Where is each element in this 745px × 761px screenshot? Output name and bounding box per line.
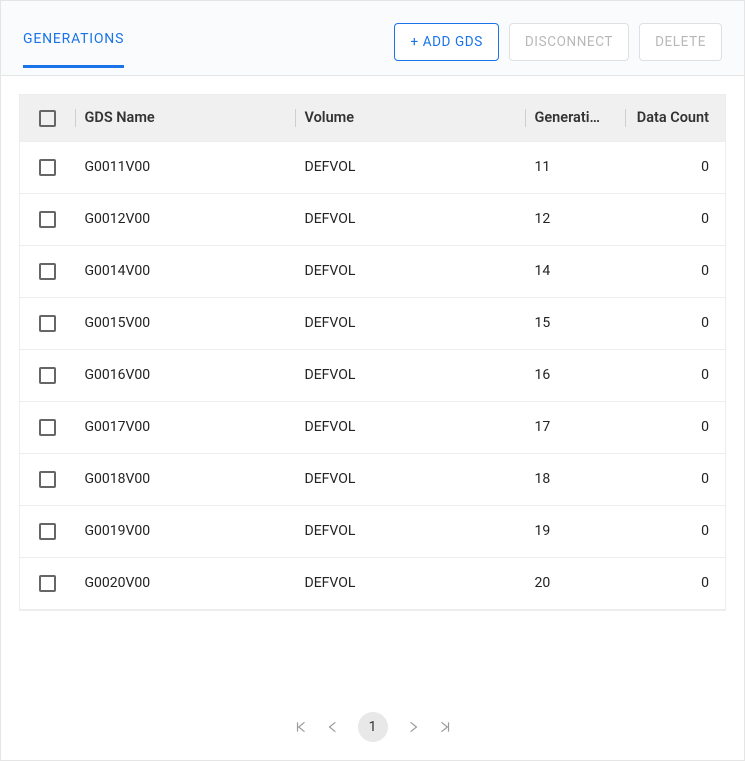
row-checkbox[interactable] xyxy=(39,315,56,332)
table-row[interactable]: G0014V00DEFVOL140 xyxy=(20,245,726,297)
cell-data-count: 0 xyxy=(625,557,726,609)
page-last-icon[interactable] xyxy=(438,720,452,734)
column-header-name[interactable]: GDS Name xyxy=(75,95,295,142)
table-empty-space xyxy=(19,610,726,670)
delete-button[interactable]: DELETE xyxy=(639,23,722,61)
cell-data-count: 0 xyxy=(625,141,726,193)
row-checkbox[interactable] xyxy=(39,211,56,228)
cell-generation: 12 xyxy=(525,193,625,245)
cell-data-count: 0 xyxy=(625,193,726,245)
row-checkbox[interactable] xyxy=(39,263,56,280)
table-row[interactable]: G0018V00DEFVOL180 xyxy=(20,453,726,505)
cell-name: G0016V00 xyxy=(75,349,295,401)
cell-volume: DEFVOL xyxy=(295,141,525,193)
cell-volume: DEFVOL xyxy=(295,349,525,401)
action-buttons: + ADD GDS DISCONNECT DELETE xyxy=(394,23,722,61)
cell-volume: DEFVOL xyxy=(295,297,525,349)
page-number[interactable]: 1 xyxy=(358,712,388,742)
cell-volume: DEFVOL xyxy=(295,401,525,453)
tab-generations[interactable]: GENERATIONS xyxy=(23,31,124,68)
row-checkbox[interactable] xyxy=(39,523,56,540)
cell-volume: DEFVOL xyxy=(295,557,525,609)
topbar: GENERATIONS + ADD GDS DISCONNECT DELETE xyxy=(1,1,744,76)
cell-volume: DEFVOL xyxy=(295,245,525,297)
cell-generation: 17 xyxy=(525,401,625,453)
cell-name: G0020V00 xyxy=(75,557,295,609)
column-header-checkbox xyxy=(20,95,75,142)
cell-generation: 20 xyxy=(525,557,625,609)
cell-generation: 15 xyxy=(525,297,625,349)
cell-name: G0014V00 xyxy=(75,245,295,297)
select-all-checkbox[interactable] xyxy=(39,110,56,127)
cell-name: G0012V00 xyxy=(75,193,295,245)
cell-volume: DEFVOL xyxy=(295,193,525,245)
cell-name: G0018V00 xyxy=(75,453,295,505)
cell-data-count: 0 xyxy=(625,401,726,453)
table-row[interactable]: G0012V00DEFVOL120 xyxy=(20,193,726,245)
cell-data-count: 0 xyxy=(625,505,726,557)
cell-data-count: 0 xyxy=(625,245,726,297)
cell-data-count: 0 xyxy=(625,297,726,349)
table-row[interactable]: G0015V00DEFVOL150 xyxy=(20,297,726,349)
row-checkbox[interactable] xyxy=(39,367,56,384)
cell-name: G0019V00 xyxy=(75,505,295,557)
page-prev-icon[interactable] xyxy=(326,720,340,734)
table-row[interactable]: G0019V00DEFVOL190 xyxy=(20,505,726,557)
column-header-volume[interactable]: Volume xyxy=(295,95,525,142)
column-header-generation[interactable]: Generati… xyxy=(525,95,625,142)
cell-data-count: 0 xyxy=(625,349,726,401)
cell-name: G0011V00 xyxy=(75,141,295,193)
page-first-icon[interactable] xyxy=(294,720,308,734)
row-checkbox[interactable] xyxy=(39,159,56,176)
tabs: GENERATIONS xyxy=(23,31,124,68)
cell-name: G0017V00 xyxy=(75,401,295,453)
cell-volume: DEFVOL xyxy=(295,453,525,505)
row-checkbox[interactable] xyxy=(39,471,56,488)
generations-panel: GENERATIONS + ADD GDS DISCONNECT DELETE … xyxy=(0,0,745,761)
row-checkbox[interactable] xyxy=(39,419,56,436)
cell-data-count: 0 xyxy=(625,453,726,505)
page-next-icon[interactable] xyxy=(406,720,420,734)
column-header-data-count[interactable]: Data Count xyxy=(625,95,726,142)
cell-generation: 19 xyxy=(525,505,625,557)
table-row[interactable]: G0020V00DEFVOL200 xyxy=(20,557,726,609)
table-header-row: GDS Name Volume Generati… Data Count xyxy=(20,95,726,142)
pagination: 1 xyxy=(1,692,744,760)
disconnect-button[interactable]: DISCONNECT xyxy=(509,23,629,61)
table-row[interactable]: G0011V00DEFVOL110 xyxy=(20,141,726,193)
cell-volume: DEFVOL xyxy=(295,505,525,557)
cell-generation: 16 xyxy=(525,349,625,401)
cell-generation: 18 xyxy=(525,453,625,505)
cell-generation: 14 xyxy=(525,245,625,297)
table-row[interactable]: G0016V00DEFVOL160 xyxy=(20,349,726,401)
table-container: GDS Name Volume Generati… Data Count G00… xyxy=(1,76,744,692)
add-gds-button[interactable]: + ADD GDS xyxy=(394,23,498,61)
cell-name: G0015V00 xyxy=(75,297,295,349)
gds-table: GDS Name Volume Generati… Data Count G00… xyxy=(19,94,726,610)
cell-generation: 11 xyxy=(525,141,625,193)
row-checkbox[interactable] xyxy=(39,575,56,592)
table-row[interactable]: G0017V00DEFVOL170 xyxy=(20,401,726,453)
